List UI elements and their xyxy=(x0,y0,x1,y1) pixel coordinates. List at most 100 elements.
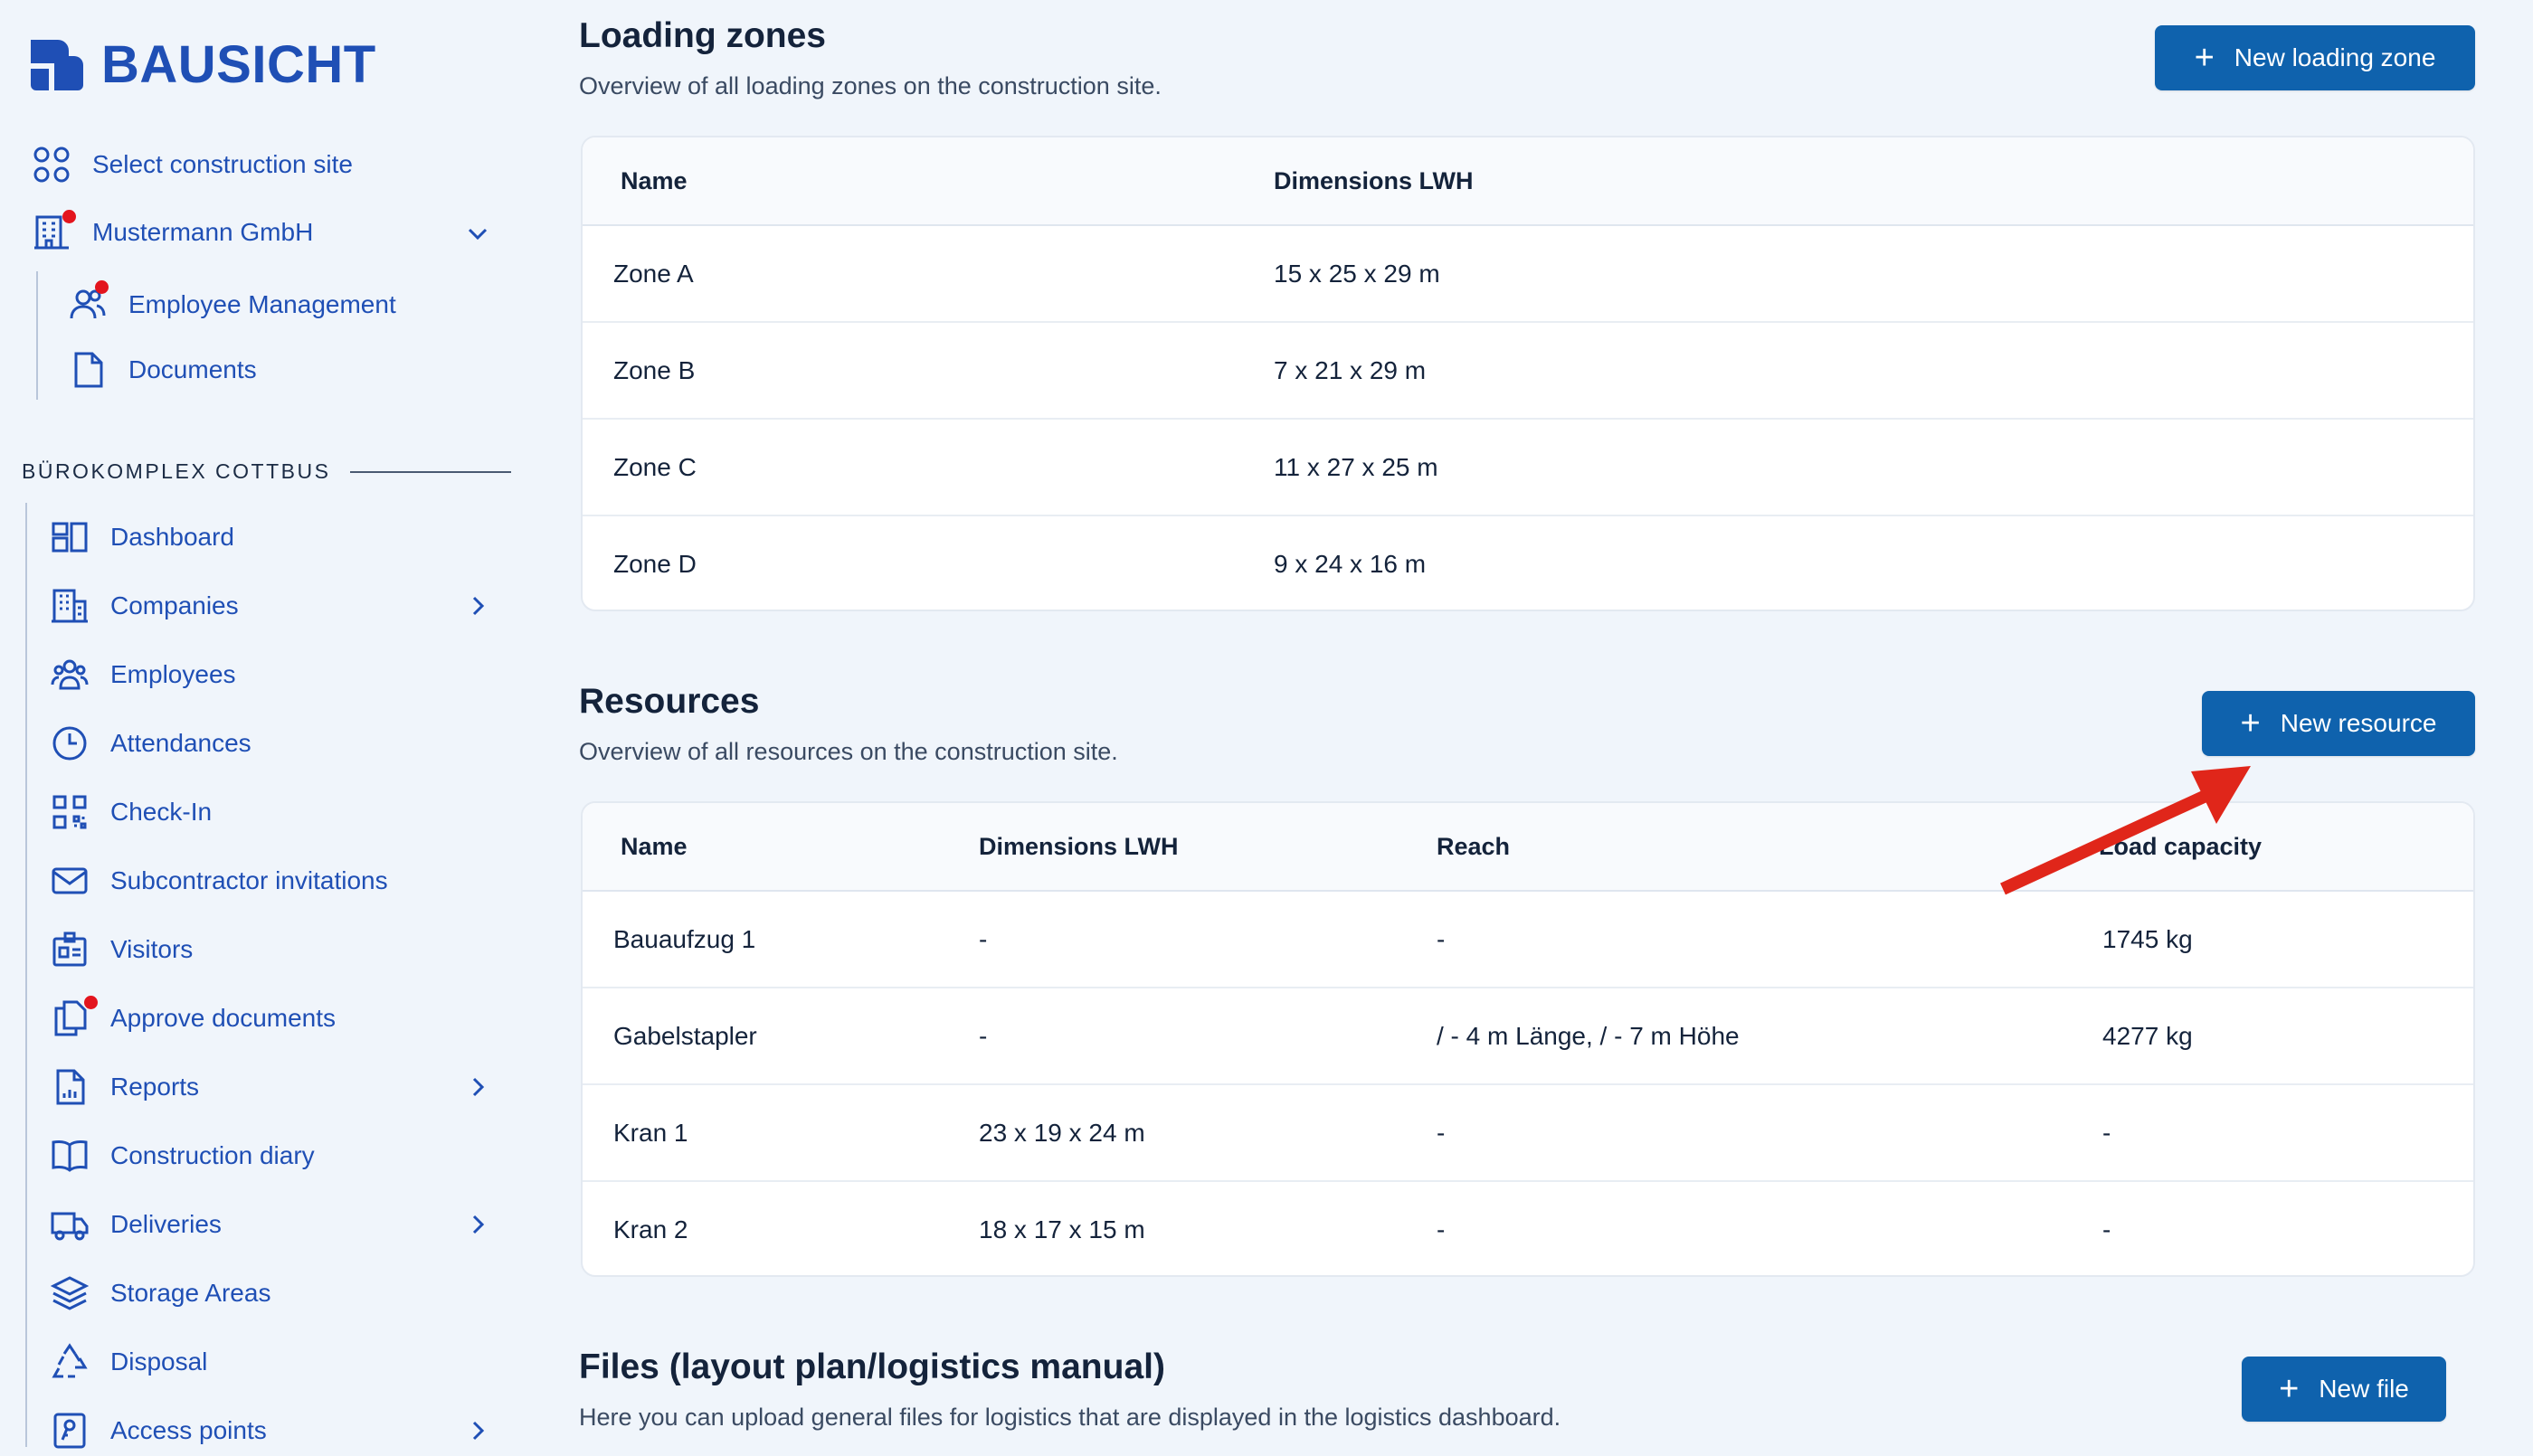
loading-zones-subtitle: Overview of all loading zones on the con… xyxy=(579,72,1162,99)
new-loading-zone-button[interactable]: + New loading zone xyxy=(2155,25,2475,90)
sidebar-item-deliveries[interactable]: Deliveries xyxy=(51,1205,222,1243)
envelope-icon xyxy=(51,862,89,900)
sidebar-item-label: Subcontractor invitations xyxy=(110,866,388,894)
files-title: Files (layout plan/logistics manual) xyxy=(579,1347,1165,1386)
cell-dimensions: 7 x 21 x 29 m xyxy=(1274,356,1427,384)
table-row[interactable]: Kran 2 18 x 17 x 15 m - - xyxy=(583,1182,2473,1275)
annotation-arrow-icon xyxy=(2000,766,2251,895)
sidebar-item-check-in[interactable]: Check-In xyxy=(51,793,212,831)
section-title-text: BÜROKOMPLEX COTTBUS xyxy=(22,459,331,483)
cell-dimensions: 23 x 19 x 24 m xyxy=(979,1119,1145,1147)
cell-name: Zone A xyxy=(613,260,694,288)
cell-name: Gabelstapler xyxy=(613,1022,757,1050)
plus-icon: + xyxy=(2194,39,2215,77)
sidebar-item-visitors[interactable]: Visitors xyxy=(51,931,193,969)
id-card-icon xyxy=(51,931,89,969)
building-icon xyxy=(33,210,76,251)
button-label: New loading zone xyxy=(2234,43,2436,71)
sidebar-item-reports[interactable]: Reports xyxy=(51,1068,199,1106)
new-resource-button[interactable]: + New resource xyxy=(2202,691,2475,756)
tree-line xyxy=(36,271,38,400)
sidebar-item-storage-areas[interactable]: Storage Areas xyxy=(50,1274,271,1312)
sidebar-item-employees[interactable]: Employees xyxy=(51,656,236,694)
plus-icon: + xyxy=(2240,704,2261,742)
sidebar-item-subcontractor-invitations[interactable]: Subcontractor invitations xyxy=(51,862,388,900)
button-label: New file xyxy=(2319,1375,2409,1403)
sidebar-item-documents[interactable]: Documents xyxy=(69,351,257,389)
cell-reach: - xyxy=(1437,1215,1446,1243)
cell-reach: - xyxy=(1437,925,1446,953)
sidebar-item-label: Visitors xyxy=(110,935,194,963)
sidebar-item-label: Deliveries xyxy=(110,1210,222,1238)
chevron-right-icon[interactable] xyxy=(465,1074,490,1100)
cell-dimensions: - xyxy=(979,925,988,953)
cell-name: Kran 1 xyxy=(613,1119,688,1147)
column-header-name[interactable]: Name xyxy=(621,137,688,224)
new-file-button[interactable]: + New file xyxy=(2242,1357,2446,1422)
sidebar-item-label: Companies xyxy=(110,591,239,619)
truck-icon xyxy=(51,1205,89,1243)
qr-code-icon xyxy=(51,793,89,831)
sidebar-item-employee-management[interactable]: Employee Management xyxy=(69,280,396,324)
access-key-icon xyxy=(51,1412,89,1450)
plus-icon: + xyxy=(2279,1370,2300,1408)
column-header-dimensions[interactable]: Dimensions LWH xyxy=(1274,137,1474,224)
sidebar-item-label: Disposal xyxy=(110,1347,208,1376)
table-row[interactable]: Zone C 11 x 27 x 25 m xyxy=(583,420,2473,516)
sidebar-item-companies[interactable]: Companies xyxy=(51,587,239,625)
grid-icon xyxy=(33,146,71,184)
sidebar-item-access-points[interactable]: Access points xyxy=(51,1412,267,1450)
chevron-down-icon[interactable] xyxy=(465,221,490,246)
cell-dimensions: 18 x 17 x 15 m xyxy=(979,1215,1145,1243)
chevron-right-icon[interactable] xyxy=(465,1212,490,1237)
brand-logo[interactable]: BAUSICHT xyxy=(27,34,376,95)
sidebar-item-label: Storage Areas xyxy=(110,1279,271,1307)
resources-subtitle: Overview of all resources on the constru… xyxy=(579,738,1118,765)
loading-zones-header: Loading zones Overview of all loading zo… xyxy=(579,16,1162,100)
column-header-name[interactable]: Name xyxy=(621,803,688,890)
cell-dimensions: 15 x 25 x 29 m xyxy=(1274,260,1440,288)
chevron-right-icon[interactable] xyxy=(465,593,490,619)
sidebar-item-approve-documents[interactable]: Approve documents xyxy=(51,996,336,1037)
cell-name: Kran 2 xyxy=(613,1215,688,1243)
sidebar-item-label: Check-In xyxy=(110,798,213,826)
notification-dot xyxy=(84,996,98,1009)
tree-line xyxy=(25,503,27,1447)
sidebar-item-label: Reports xyxy=(110,1073,200,1101)
layers-icon xyxy=(50,1274,90,1312)
resources-header: Resources Overview of all resources on t… xyxy=(579,682,1118,766)
sidebar-item-label: Attendances xyxy=(110,729,251,757)
sidebar-item-attendances[interactable]: Attendances xyxy=(51,724,251,762)
sidebar-item-label: Documents xyxy=(128,355,257,383)
cell-load-capacity: 1745 kg xyxy=(2102,925,2193,953)
sidebar-item-company[interactable]: Mustermann GmbH xyxy=(33,210,313,251)
document-icon xyxy=(69,351,107,389)
sidebar-item-label: Employee Management xyxy=(128,290,396,318)
table-row[interactable]: Kran 1 23 x 19 x 24 m - - xyxy=(583,1085,2473,1182)
table-row[interactable]: Zone D 9 x 24 x 16 m xyxy=(583,516,2473,610)
column-header-dimensions[interactable]: Dimensions LWH xyxy=(979,803,1179,890)
cell-dimensions: 11 x 27 x 25 m xyxy=(1274,453,1438,481)
sidebar-item-label: Dashboard xyxy=(110,523,234,551)
cell-dimensions: - xyxy=(979,1022,988,1050)
table-row[interactable]: Bauaufzug 1 - - 1745 kg xyxy=(583,892,2473,988)
table-row[interactable]: Zone B 7 x 21 x 29 m xyxy=(583,323,2473,420)
sidebar-item-construction-diary[interactable]: Construction diary xyxy=(51,1137,315,1175)
files-header: Files (layout plan/logistics manual) Her… xyxy=(579,1347,1561,1432)
sidebar-item-dashboard[interactable]: Dashboard xyxy=(51,518,234,556)
book-icon xyxy=(51,1137,89,1175)
dashboard-icon xyxy=(51,518,89,556)
sidebar-item-disposal[interactable]: Disposal xyxy=(51,1343,207,1381)
cell-name: Zone C xyxy=(613,453,697,481)
table-header: Name Dimensions LWH xyxy=(583,137,2473,226)
team-icon xyxy=(51,656,89,694)
documents-icon xyxy=(51,996,98,1037)
table-row[interactable]: Zone A 15 x 25 x 29 m xyxy=(583,226,2473,323)
table-row[interactable]: Gabelstapler - / - 4 m Länge, / - 7 m Hö… xyxy=(583,988,2473,1085)
cell-name: Zone D xyxy=(613,550,697,578)
bausicht-logo-icon xyxy=(31,39,83,90)
sidebar-item-select-site[interactable]: Select construction site xyxy=(33,146,353,184)
chevron-right-icon[interactable] xyxy=(465,1418,490,1443)
column-header-reach[interactable]: Reach xyxy=(1437,803,1510,890)
brand-name: BAUSICHT xyxy=(101,35,376,94)
